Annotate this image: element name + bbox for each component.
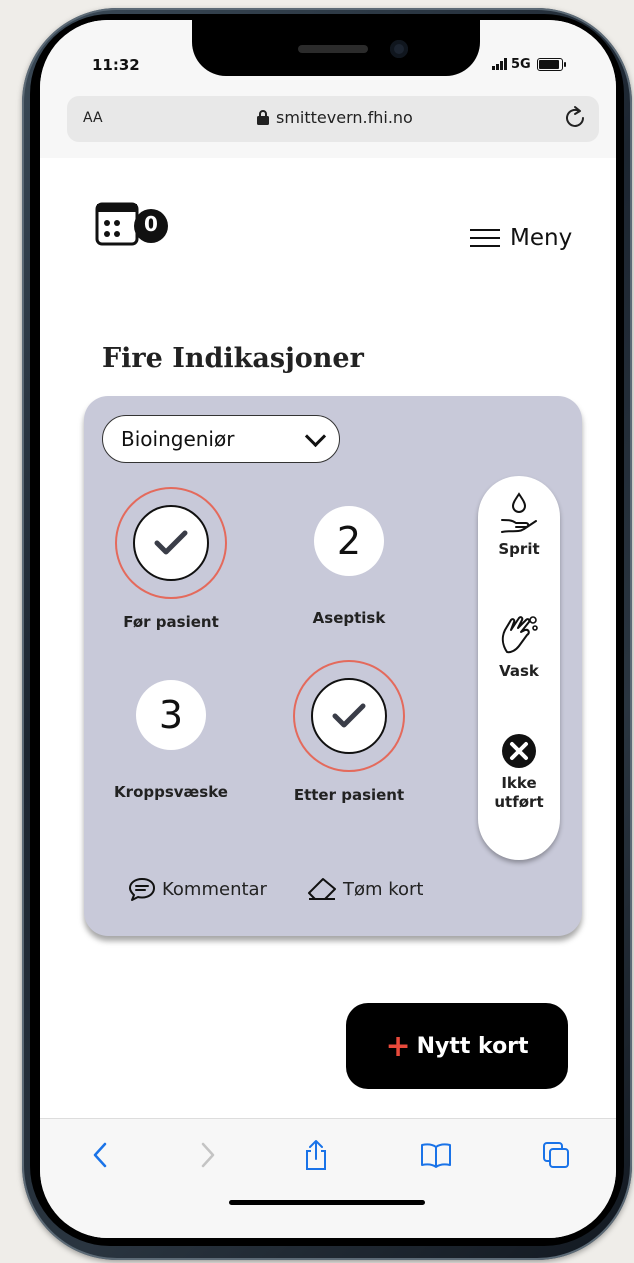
role-select-value: Bioingeniør [121, 427, 235, 451]
tabs-button[interactable] [534, 1135, 578, 1175]
url-text: smittevern.fhi.no [276, 108, 413, 127]
indication-card: Bioingeniør Før pasient 2 Aseptisk 3 Kro… [84, 396, 582, 936]
hygiene-actions: Sprit Vask Ikke utført [478, 476, 560, 860]
browser-toolbar [40, 1118, 616, 1238]
clear-label: Tøm kort [342, 878, 424, 900]
counter-badge: 0 [144, 212, 158, 236]
chevron-left-icon [93, 1142, 107, 1168]
comment-icon [129, 878, 155, 901]
hand-sanitizer-icon [501, 492, 537, 533]
text-size-button[interactable]: AA [83, 110, 103, 126]
hand-wash-icon [501, 616, 538, 654]
page-title: Fire Indikasjoner [102, 343, 364, 374]
book-icon [421, 1143, 451, 1168]
speaker [298, 45, 368, 53]
signal-icon [492, 58, 507, 70]
browser-top-area: 11:32 5G AA smittevern.fhi.no [40, 20, 616, 158]
home-indicator [229, 1200, 425, 1205]
url-bar[interactable]: AA smittevern.fhi.no [67, 96, 599, 142]
eraser-icon [307, 878, 336, 900]
share-button[interactable] [294, 1135, 338, 1175]
network-label: 5G [511, 56, 531, 72]
role-select[interactable]: Bioingeniør [102, 415, 340, 463]
back-button[interactable] [78, 1135, 122, 1175]
plus-icon: + [385, 1028, 411, 1064]
tabs-icon [543, 1142, 569, 1168]
bookmarks-button[interactable] [414, 1135, 458, 1175]
x-circle-icon [502, 734, 536, 768]
new-card-label: Nytt kort [416, 1033, 529, 1059]
hamburger-icon [470, 229, 500, 247]
indication-number: 3 [136, 680, 206, 750]
battery-icon [536, 57, 566, 71]
indication-after-patient[interactable]: Etter pasient [264, 660, 434, 804]
checkmark-icon [133, 505, 209, 581]
indication-body-fluid[interactable]: 3 Kroppsvæske [86, 680, 256, 801]
chevron-right-icon [201, 1142, 215, 1168]
indication-label: Etter pasient [293, 786, 405, 804]
action-sprit[interactable]: Sprit [478, 492, 560, 558]
status-time: 11:32 [92, 56, 140, 74]
phone-screen: 11:32 5G AA smittevern.fhi.no 0 Meny Fir… [40, 20, 616, 1238]
checkmark-icon [311, 678, 387, 754]
clear-card-button[interactable]: Tøm kort [307, 876, 424, 902]
comment-label: Kommentar [162, 878, 267, 900]
chevron-down-icon [304, 425, 327, 447]
share-icon [306, 1140, 326, 1170]
action-label: Vask [499, 662, 539, 680]
action-label: Sprit [498, 540, 540, 558]
card-counter-logo[interactable]: 0 [95, 202, 175, 252]
lock-icon [257, 110, 269, 125]
camera [390, 40, 408, 58]
address[interactable]: smittevern.fhi.no [257, 108, 413, 127]
reload-icon[interactable] [563, 104, 587, 136]
action-not-done[interactable]: Ikke utført [478, 732, 560, 812]
indication-label: Kroppsvæske [114, 783, 228, 801]
status-indicators: 5G [492, 54, 566, 74]
forward-button[interactable] [186, 1135, 230, 1175]
indication-aseptic[interactable]: 2 Aseptisk [264, 506, 434, 627]
menu-button[interactable]: Meny [470, 225, 572, 251]
action-label: Ikke utført [494, 774, 544, 811]
notch [192, 20, 480, 76]
comment-button[interactable]: Kommentar [128, 876, 267, 902]
selected-ring [115, 487, 227, 599]
selected-ring [293, 660, 405, 772]
indication-label: Aseptisk [312, 609, 386, 627]
indication-before-patient[interactable]: Før pasient [86, 487, 256, 631]
menu-label: Meny [510, 225, 573, 251]
indication-label: Før pasient [123, 613, 219, 631]
action-vask[interactable]: Vask [478, 614, 560, 680]
new-card-button[interactable]: + Nytt kort [346, 1003, 568, 1089]
indication-number: 2 [314, 506, 384, 576]
card-footer: Kommentar Tøm kort [128, 876, 424, 902]
